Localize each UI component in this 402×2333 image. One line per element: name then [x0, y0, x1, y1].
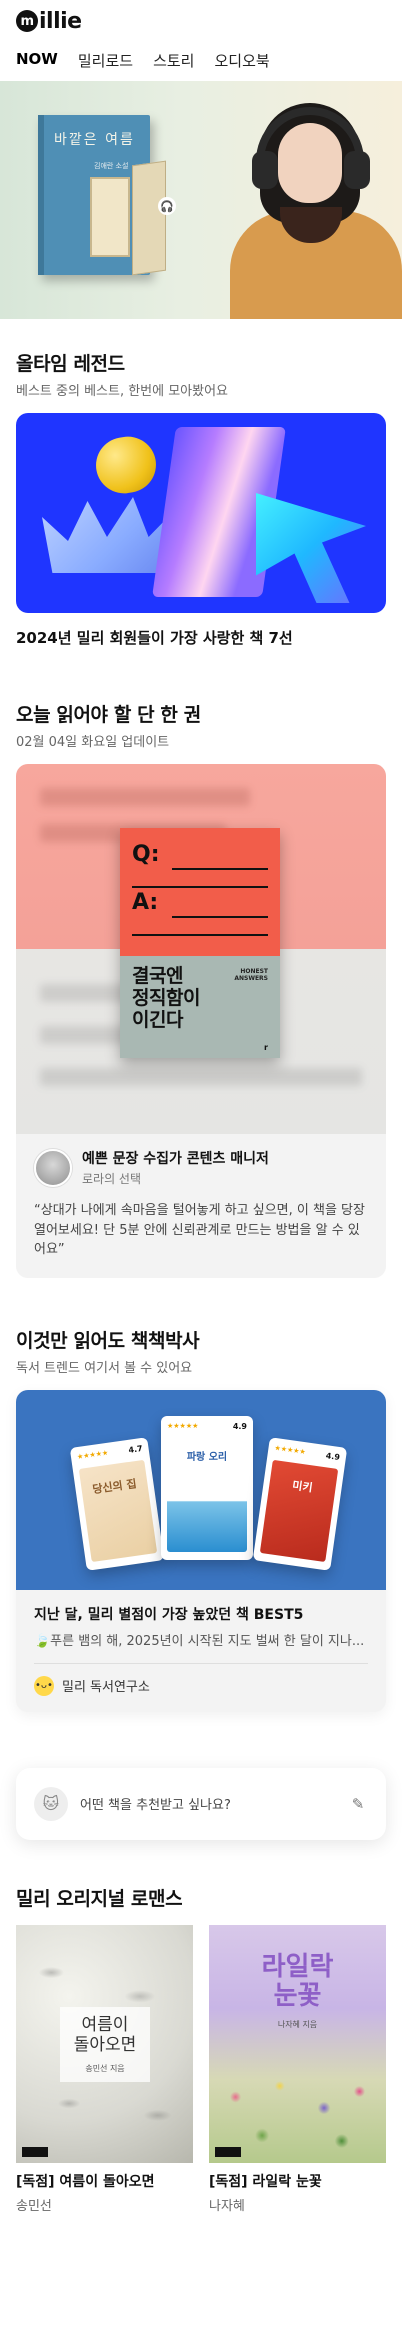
today-book-cover: Q: A: 결국엔 정직함이 이긴다 HONEST ANSWERS r: [120, 828, 280, 1058]
today-book-card[interactable]: Q: A: 결국엔 정직함이 이긴다 HONEST ANSWERS r 예쁜 문…: [16, 764, 386, 1278]
romance-title-1: [독점] 여름이 돌아오면: [16, 2173, 155, 2190]
curator-avatar: [34, 1148, 72, 1187]
legends-banner[interactable]: [16, 413, 386, 613]
rating-value: 4.9: [232, 1421, 247, 1431]
doctor-title: 이것만 읽어도 책책박사: [16, 1329, 200, 1352]
publisher-logo: r: [264, 1043, 268, 1052]
rating-value: 4.7: [127, 1443, 144, 1455]
ask-section: 🐱 어떤 책을 추천받고 싶나요? ✎: [0, 1767, 402, 1840]
recommend-prompt[interactable]: 🐱 어떤 책을 추천받고 싶나요? ✎: [16, 1767, 386, 1840]
top-tabs: NOW 밀리로드 스토리 오디오북: [0, 42, 402, 81]
millie-original-badge: [22, 2146, 48, 2157]
cover-q: Q:: [132, 842, 160, 867]
romance-author-1: 송민선: [16, 2198, 52, 2214]
open-door-illustration: [132, 160, 166, 276]
app-header: m illie: [0, 0, 402, 42]
best5-visual: ★★★★★ 4.7 당신의 집 ★★★★★ 4.9 파랑 오리 ★★★★★ 4.…: [16, 1389, 386, 1590]
star-rating-icon: ★★★★★: [167, 1421, 199, 1430]
romance-cover-author-1: 송민선 지음: [85, 2064, 125, 2074]
romance-cover-2: 라일락 눈꽃 나자혜 지음: [209, 1924, 386, 2163]
millie-lab-avatar-icon: •ᴗ•: [34, 1675, 54, 1696]
millie-original-badge: [215, 2146, 241, 2157]
curator-name: 예쁜 문장 수집가 콘텐츠 매니저: [82, 1151, 269, 1167]
hero-person-illustration: [222, 89, 402, 319]
mini-book-left: ★★★★★ 4.7 당신의 집: [69, 1436, 165, 1571]
logo-text: illie: [39, 8, 82, 34]
cat-avatar-icon: 🐱: [34, 1786, 68, 1821]
romance-cover-author-2: 나자혜 지음: [277, 2019, 318, 2029]
today-subtitle: 02월 04일 화요일 업데이트: [16, 735, 170, 750]
arrow-illustration: [256, 493, 366, 603]
romance-cover-title-1b: 돌아오면: [73, 2034, 137, 2055]
romance-cover-title-2b: 눈꽃: [273, 1981, 322, 2012]
cover-title-3: 이긴다: [132, 1008, 183, 1031]
romance-section: 밀리 오리지널 로맨스 여름이 돌아오면 송민선 지음 [독점] 여름이 돌아오…: [0, 1884, 402, 2214]
rating-value: 4.9: [325, 1450, 341, 1462]
romance-cover-title-2a: 라일락: [261, 1951, 334, 1982]
page: m illie NOW 밀리로드 스토리 오디오북 바깥은 여름 김애란 소설 …: [0, 0, 402, 2333]
best5-card[interactable]: ★★★★★ 4.7 당신의 집 ★★★★★ 4.9 파랑 오리 ★★★★★ 4.…: [16, 1389, 386, 1712]
doctor-subtitle: 독서 트렌드 여기서 볼 수 있어요: [16, 1360, 193, 1376]
legends-section: 올타임 레전드 베스트 중의 베스트, 한번에 모아봤어요 2024년 밀리 회…: [0, 349, 402, 648]
today-section: 오늘 읽어야 할 단 한 권 02월 04일 화요일 업데이트 Q: A: 결국…: [0, 700, 402, 1278]
curator-block: 예쁜 문장 수집가 콘텐츠 매니저 로라의 선택 “상대가 나에게 속마음을 털…: [16, 1134, 386, 1278]
best5-author: 밀리 독서연구소: [62, 1680, 150, 1695]
tab-millie-road[interactable]: 밀리로드: [78, 50, 133, 71]
legends-subtitle: 베스트 중의 베스트, 한번에 모아봤어요: [16, 384, 229, 399]
recommend-prompt-text: 어떤 책을 추천받고 싶나요?: [80, 1798, 231, 1813]
curator-role: 로라의 선택: [82, 1172, 142, 1186]
today-title: 오늘 읽어야 할 단 한 권: [16, 704, 201, 726]
romance-book-1[interactable]: 여름이 돌아오면 송민선 지음 [독점] 여름이 돌아오면 송민선: [16, 1924, 193, 2214]
cover-a: A:: [132, 890, 159, 915]
hero-book-title: 바깥은 여름: [54, 132, 135, 148]
curator-quote: “상대가 나에게 속마음을 털어놓게 하고 싶으면, 이 책을 당장 열어보세요…: [34, 1203, 365, 1257]
cover-en-1: HONEST: [240, 968, 268, 975]
star-rating-icon: ★★★★★: [274, 1443, 307, 1456]
legends-caption[interactable]: 2024년 밀리 회원들이 가장 사랑한 책 7선: [16, 627, 386, 648]
mini-book-title: 파랑 오리: [186, 1451, 228, 1463]
best5-title: 지난 달, 밀리 별점이 가장 높았던 책 BEST5: [34, 1606, 304, 1623]
romance-cover-title-1a: 여름이: [81, 2014, 129, 2035]
tab-story[interactable]: 스토리: [153, 50, 194, 71]
star-rating-icon: ★★★★★: [76, 1448, 109, 1461]
crown-illustration: [42, 497, 172, 573]
cover-title-2: 정직함이: [132, 986, 200, 1009]
legends-title: 올타임 레전드: [16, 353, 125, 375]
logo-mark: m: [16, 10, 38, 32]
hero-book-author: 김애란 소설: [94, 162, 129, 170]
mini-book-right: ★★★★★ 4.9 미키: [252, 1436, 348, 1571]
romance-cover-1: 여름이 돌아오면 송민선 지음: [16, 1924, 193, 2163]
romance-book-2[interactable]: 라일락 눈꽃 나자혜 지음 [독점] 라일락 눈꽃 나자혜: [209, 1924, 386, 2214]
edit-icon[interactable]: ✎: [348, 1794, 368, 1814]
mini-book-middle: ★★★★★ 4.9 파랑 오리: [161, 1415, 253, 1560]
romance-author-2: 나자혜: [209, 2198, 245, 2214]
romance-title-2: [독점] 라일락 눈꽃: [209, 2173, 322, 2190]
doctor-section: 이것만 읽어도 책책박사 독서 트렌드 여기서 볼 수 있어요 ★★★★★ 4.…: [0, 1326, 402, 1712]
millie-logo[interactable]: m illie: [16, 9, 82, 34]
romance-title: 밀리 오리지널 로맨스: [16, 1887, 183, 1910]
tab-audiobook[interactable]: 오디오북: [214, 50, 269, 71]
today-book-visual: Q: A: 결국엔 정직함이 이긴다 HONEST ANSWERS r: [16, 764, 386, 1134]
heart-illustration: [91, 432, 161, 498]
cover-en-2: ANSWERS: [234, 975, 268, 982]
best5-description: 🍃푸른 뱀의 해, 2025년이 시작된 지도 벌써 한 달이 지나...: [34, 1633, 365, 1649]
tab-now[interactable]: NOW: [16, 50, 58, 71]
hero-banner[interactable]: 바깥은 여름 김애란 소설 🎧: [0, 81, 402, 319]
headphones-icon: 🎧: [158, 197, 176, 215]
